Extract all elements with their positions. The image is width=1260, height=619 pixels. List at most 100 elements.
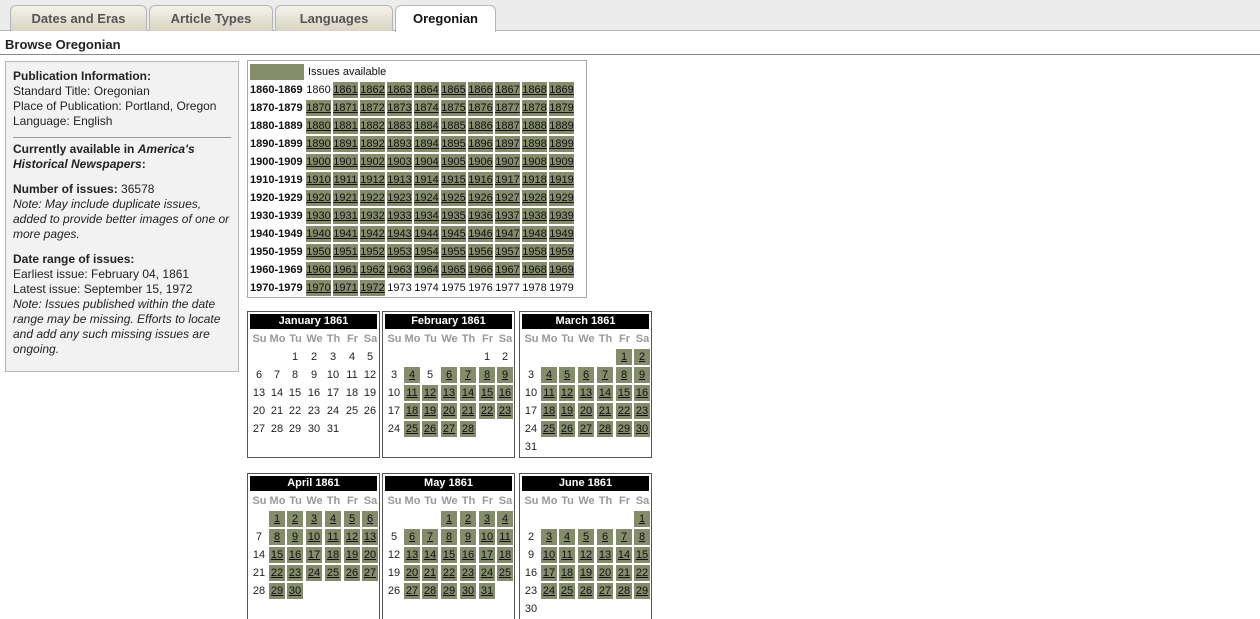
day-link[interactable]: 2 — [287, 511, 303, 527]
day-link[interactable]: 24 — [479, 565, 495, 581]
year-link[interactable]: 1896 — [468, 136, 493, 152]
day-link[interactable]: 2 — [634, 349, 650, 365]
day-link[interactable]: 8 — [616, 367, 632, 383]
day-link[interactable]: 26 — [559, 421, 575, 437]
year-link[interactable]: 1914 — [414, 172, 439, 188]
day-link[interactable]: 18 — [497, 547, 513, 563]
year-link[interactable]: 1874 — [414, 100, 439, 116]
year-link[interactable]: 1969 — [549, 262, 574, 278]
day-link[interactable]: 3 — [306, 511, 322, 527]
day-link[interactable]: 30 — [460, 583, 476, 599]
year-link[interactable]: 1879 — [549, 100, 574, 116]
year-link[interactable]: 1933 — [387, 208, 412, 224]
day-link[interactable]: 6 — [362, 511, 378, 527]
day-link[interactable]: 1 — [616, 349, 632, 365]
year-link[interactable]: 1954 — [414, 244, 439, 260]
year-link[interactable]: 1959 — [549, 244, 574, 260]
day-link[interactable]: 8 — [441, 529, 457, 545]
day-link[interactable]: 17 — [541, 565, 557, 581]
day-link[interactable]: 27 — [362, 565, 378, 581]
day-link[interactable]: 9 — [634, 367, 650, 383]
year-link[interactable]: 1952 — [360, 244, 385, 260]
year-link[interactable]: 1935 — [441, 208, 466, 224]
year-link[interactable]: 1941 — [333, 226, 358, 242]
year-link[interactable]: 1949 — [549, 226, 574, 242]
year-link[interactable]: 1947 — [495, 226, 520, 242]
year-link[interactable]: 1866 — [468, 82, 493, 98]
day-link[interactable]: 25 — [325, 565, 341, 581]
day-link[interactable]: 21 — [460, 403, 476, 419]
year-link[interactable]: 1867 — [495, 82, 520, 98]
day-link[interactable]: 4 — [541, 367, 557, 383]
day-link[interactable]: 19 — [559, 403, 575, 419]
year-link[interactable]: 1930 — [306, 208, 331, 224]
year-link[interactable]: 1899 — [549, 136, 574, 152]
year-link[interactable]: 1911 — [333, 172, 358, 188]
year-link[interactable]: 1895 — [441, 136, 466, 152]
day-link[interactable]: 13 — [578, 385, 594, 401]
day-link[interactable]: 11 — [559, 547, 575, 563]
day-link[interactable]: 14 — [597, 385, 613, 401]
year-link[interactable]: 1890 — [306, 136, 331, 152]
year-link[interactable]: 1939 — [549, 208, 574, 224]
year-link[interactable]: 1944 — [414, 226, 439, 242]
day-link[interactable]: 19 — [344, 547, 360, 563]
year-link[interactable]: 1938 — [522, 208, 547, 224]
year-link[interactable]: 1915 — [441, 172, 466, 188]
day-link[interactable]: 9 — [287, 529, 303, 545]
day-link[interactable]: 22 — [269, 565, 285, 581]
year-link[interactable]: 1940 — [306, 226, 331, 242]
year-link[interactable]: 1950 — [306, 244, 331, 260]
day-link[interactable]: 8 — [269, 529, 285, 545]
year-link[interactable]: 1893 — [387, 136, 412, 152]
day-link[interactable]: 21 — [597, 403, 613, 419]
year-link[interactable]: 1920 — [306, 190, 331, 206]
day-link[interactable]: 11 — [497, 529, 513, 545]
day-link[interactable]: 7 — [616, 529, 632, 545]
year-link[interactable]: 1943 — [387, 226, 412, 242]
year-link[interactable]: 1877 — [495, 100, 520, 116]
day-link[interactable]: 25 — [404, 421, 420, 437]
day-link[interactable]: 27 — [578, 421, 594, 437]
year-link[interactable]: 1927 — [495, 190, 520, 206]
day-link[interactable]: 18 — [541, 403, 557, 419]
year-link[interactable]: 1908 — [522, 154, 547, 170]
day-link[interactable]: 28 — [422, 583, 438, 599]
day-link[interactable]: 19 — [578, 565, 594, 581]
year-link[interactable]: 1942 — [360, 226, 385, 242]
day-link[interactable]: 20 — [578, 403, 594, 419]
day-link[interactable]: 20 — [362, 547, 378, 563]
day-link[interactable]: 31 — [479, 583, 495, 599]
year-link[interactable]: 1955 — [441, 244, 466, 260]
day-link[interactable]: 17 — [306, 547, 322, 563]
day-link[interactable]: 29 — [616, 421, 632, 437]
year-link[interactable]: 1962 — [360, 262, 385, 278]
year-link[interactable]: 1970 — [306, 280, 331, 296]
day-link[interactable]: 15 — [269, 547, 285, 563]
year-link[interactable]: 1924 — [414, 190, 439, 206]
day-link[interactable]: 1 — [441, 511, 457, 527]
day-link[interactable]: 7 — [597, 367, 613, 383]
year-link[interactable]: 1968 — [522, 262, 547, 278]
tab-oregonian[interactable]: Oregonian — [395, 5, 496, 32]
year-link[interactable]: 1922 — [360, 190, 385, 206]
year-link[interactable]: 1885 — [441, 118, 466, 134]
day-link[interactable]: 9 — [460, 529, 476, 545]
year-link[interactable]: 1891 — [333, 136, 358, 152]
year-link[interactable]: 1945 — [441, 226, 466, 242]
year-link[interactable]: 1865 — [441, 82, 466, 98]
day-link[interactable]: 30 — [634, 421, 650, 437]
year-link[interactable]: 1957 — [495, 244, 520, 260]
day-link[interactable]: 13 — [441, 385, 457, 401]
year-link[interactable]: 1951 — [333, 244, 358, 260]
day-link[interactable]: 3 — [479, 511, 495, 527]
year-link[interactable]: 1928 — [522, 190, 547, 206]
day-link[interactable]: 23 — [460, 565, 476, 581]
day-link[interactable]: 29 — [634, 583, 650, 599]
year-link[interactable]: 1876 — [468, 100, 493, 116]
day-link[interactable]: 15 — [441, 547, 457, 563]
day-link[interactable]: 9 — [497, 367, 513, 383]
day-link[interactable]: 21 — [422, 565, 438, 581]
year-link[interactable]: 1882 — [360, 118, 385, 134]
year-link[interactable]: 1958 — [522, 244, 547, 260]
